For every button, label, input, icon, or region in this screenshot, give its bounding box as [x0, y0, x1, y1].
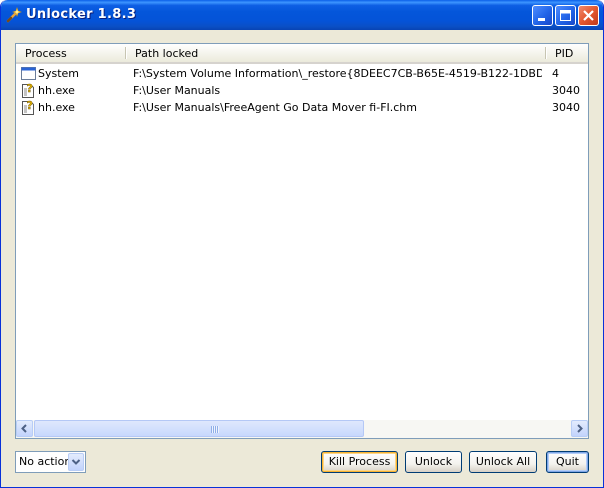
title-bar[interactable]: Unlocker 1.8.3 — [1, 0, 603, 30]
magic-wand-icon — [6, 7, 22, 23]
action-select[interactable]: No action — [15, 451, 86, 473]
locked-handles-list[interactable]: Process Path locked PID System F:\System… — [15, 43, 589, 439]
locked-path: F:\User Manuals\FreeAgent Go Data Mover … — [133, 101, 417, 114]
table-row[interactable]: ? hh.exe F:\User Manuals 3040 — [16, 82, 588, 99]
maximize-icon — [560, 10, 571, 21]
chevron-left-icon — [21, 424, 27, 433]
process-name: System — [38, 67, 80, 80]
dropdown-button[interactable] — [68, 453, 84, 471]
column-header-path[interactable]: Path locked — [126, 44, 544, 62]
maximize-button[interactable] — [555, 5, 576, 26]
unlock-all-button[interactable]: Unlock All — [469, 451, 537, 473]
horizontal-scrollbar[interactable] — [16, 420, 588, 438]
close-button[interactable] — [578, 5, 599, 26]
kill-process-button[interactable]: Kill Process — [321, 451, 398, 473]
process-id: 3040 — [552, 84, 580, 97]
list-header: Process Path locked PID — [16, 44, 588, 64]
unlocker-window: Unlocker 1.8.3 Process Path locked PID S… — [0, 0, 604, 488]
scrollbar-thumb[interactable] — [34, 420, 364, 437]
column-header-pid[interactable]: PID — [546, 44, 588, 62]
action-select-value: No action — [19, 455, 72, 468]
chevron-down-icon — [71, 459, 81, 465]
scroll-left-button[interactable] — [16, 420, 33, 437]
svg-text:?: ? — [27, 99, 33, 112]
locked-path: F:\User Manuals — [133, 84, 221, 97]
table-row[interactable]: System F:\System Volume Information\_res… — [16, 65, 588, 82]
window-title: Unlocker 1.8.3 — [26, 7, 137, 22]
help-file-icon: ? — [22, 82, 34, 98]
unlock-button[interactable]: Unlock — [405, 451, 462, 473]
minimize-icon — [538, 18, 545, 21]
quit-button[interactable]: Quit — [546, 451, 589, 473]
locked-path: F:\System Volume Information\_restore{8D… — [133, 67, 542, 80]
help-file-icon: ? — [22, 99, 34, 115]
scrollbar-grip — [211, 426, 219, 433]
table-row[interactable]: ? hh.exe F:\User Manuals\FreeAgent Go Da… — [16, 99, 588, 116]
close-icon — [583, 10, 594, 21]
process-id: 3040 — [552, 101, 580, 114]
scroll-right-button[interactable] — [571, 420, 588, 437]
chevron-right-icon — [577, 424, 583, 433]
column-header-process[interactable]: Process — [16, 44, 125, 62]
minimize-button[interactable] — [532, 5, 553, 26]
process-name: hh.exe — [38, 101, 75, 114]
process-id: 4 — [552, 67, 559, 80]
system-window-icon — [21, 67, 36, 80]
process-name: hh.exe — [38, 84, 75, 97]
svg-text:?: ? — [27, 82, 33, 95]
